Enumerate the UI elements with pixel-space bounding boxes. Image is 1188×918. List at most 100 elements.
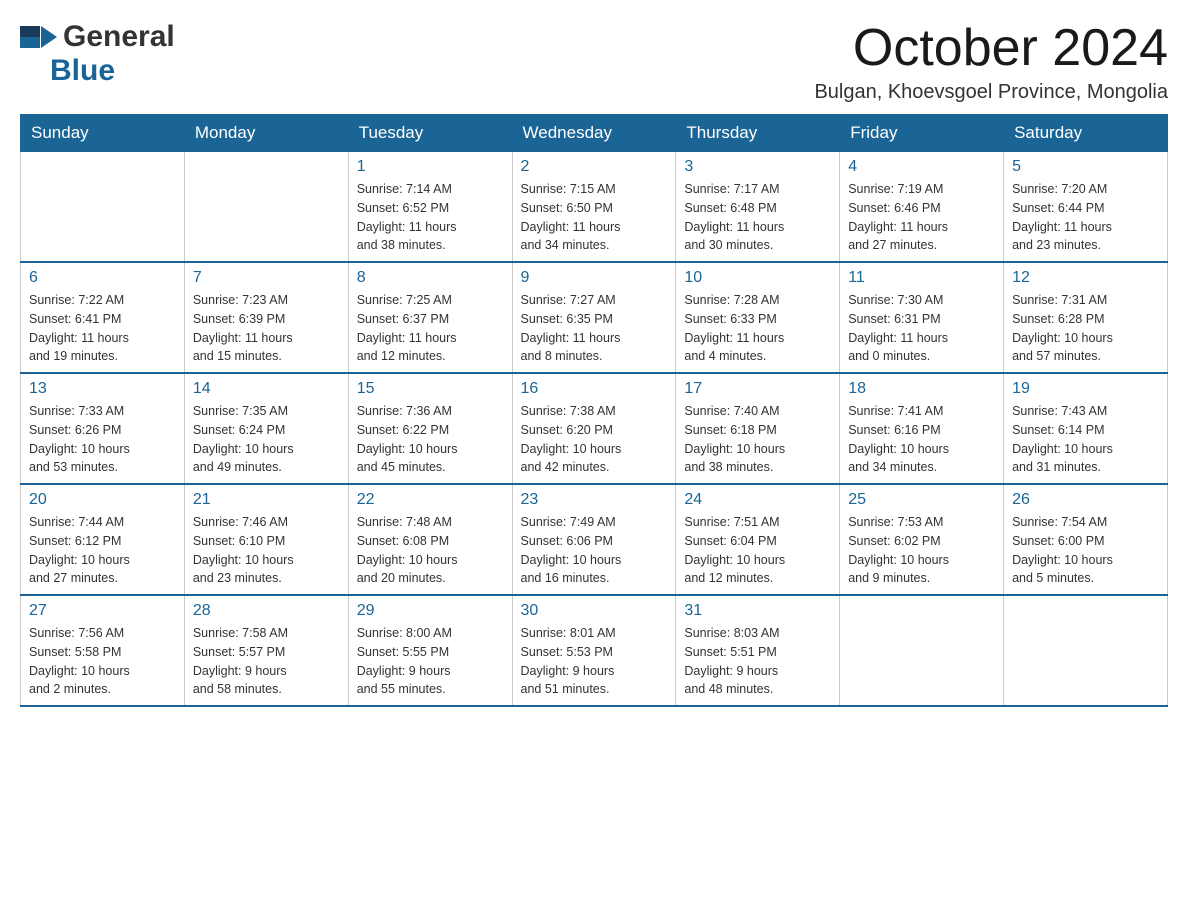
location: Bulgan, Khoevsgoel Province, Mongolia [814,81,1168,104]
calendar-cell [840,595,1004,706]
calendar-cell: 24Sunrise: 7:51 AM Sunset: 6:04 PM Dayli… [676,484,840,595]
day-info: Sunrise: 7:19 AM Sunset: 6:46 PM Dayligh… [848,180,995,255]
day-number: 12 [1012,269,1159,287]
day-info: Sunrise: 7:35 AM Sunset: 6:24 PM Dayligh… [193,402,340,477]
day-info: Sunrise: 7:48 AM Sunset: 6:08 PM Dayligh… [357,513,504,588]
calendar-cell: 10 Sunrise: 7:28 AM Sunset: 6:33 PM Dayli… [676,262,840,373]
day-info: Sunrise: 7:56 AM Sunset: 5:58 PM Dayligh… [29,624,176,699]
day-info: Sunrise: 7:49 AM Sunset: 6:06 PM Dayligh… [521,513,668,588]
header-friday: Friday [840,115,1004,152]
day-number: 24 [684,491,831,509]
day-number: 1 [357,158,504,176]
calendar-cell: 28 Sunrise: 7:58 AM Sunset: 5:57 PM Dayli… [184,595,348,706]
day-info: Sunrise: 7:43 AM Sunset: 6:14 PM Dayligh… [1012,402,1159,477]
calendar-cell: 17 Sunrise: 7:40 AM Sunset: 6:18 PM Dayli… [676,373,840,484]
calendar-cell: 22 Sunrise: 7:48 AM Sunset: 6:08 PM Dayli… [348,484,512,595]
calendar-cell: 31 Sunrise: 8:03 AM Sunset: 5:51 PM Dayli… [676,595,840,706]
calendar-cell: 25Sunrise: 7:53 AM Sunset: 6:02 PM Dayli… [840,484,1004,595]
day-number: 16 [521,380,668,398]
day-info: Sunrise: 7:46 AM Sunset: 6:10 PM Dayligh… [193,513,340,588]
day-info: Sunrise: 7:23 AM Sunset: 6:39 PM Dayligh… [193,291,340,366]
day-number: 27 [29,602,176,620]
day-number: 18 [848,380,995,398]
logo-blue: Blue [50,54,115,87]
calendar-cell: 16Sunrise: 7:38 AM Sunset: 6:20 PM Dayli… [512,373,676,484]
day-info: Sunrise: 7:33 AM Sunset: 6:26 PM Dayligh… [29,402,176,477]
day-number: 8 [357,269,504,287]
calendar-cell: 12 Sunrise: 7:31 AM Sunset: 6:28 PM Dayli… [1004,262,1168,373]
day-info: Sunrise: 7:40 AM Sunset: 6:18 PM Dayligh… [684,402,831,477]
day-info: Sunrise: 7:30 AM Sunset: 6:31 PM Dayligh… [848,291,995,366]
day-number: 11 [848,269,995,287]
calendar-cell: 27 Sunrise: 7:56 AM Sunset: 5:58 PM Dayli… [21,595,185,706]
day-number: 22 [357,491,504,509]
week-row-2: 6 Sunrise: 7:22 AM Sunset: 6:41 PM Daylig… [21,262,1168,373]
day-info: Sunrise: 7:14 AM Sunset: 6:52 PM Dayligh… [357,180,504,255]
header-row: SundayMondayTuesdayWednesdayThursdayFrid… [21,115,1168,152]
page-header: General Blue October 2024 Bulgan, Khoevs… [20,20,1168,104]
calendar-cell: 1 Sunrise: 7:14 AM Sunset: 6:52 PM Daylig… [348,152,512,263]
calendar-cell: 4 Sunrise: 7:19 AM Sunset: 6:46 PM Daylig… [840,152,1004,263]
calendar-cell: 11 Sunrise: 7:30 AM Sunset: 6:31 PM Dayli… [840,262,1004,373]
calendar-cell: 19 Sunrise: 7:43 AM Sunset: 6:14 PM Dayli… [1004,373,1168,484]
day-number: 25 [848,491,995,509]
day-info: Sunrise: 7:41 AM Sunset: 6:16 PM Dayligh… [848,402,995,477]
logo-general: General [63,20,175,54]
day-number: 10 [684,269,831,287]
day-number: 6 [29,269,176,287]
calendar-table: SundayMondayTuesdayWednesdayThursdayFrid… [20,114,1168,707]
calendar-cell: 15Sunrise: 7:36 AM Sunset: 6:22 PM Dayli… [348,373,512,484]
day-info: Sunrise: 7:27 AM Sunset: 6:35 PM Dayligh… [521,291,668,366]
day-info: Sunrise: 7:31 AM Sunset: 6:28 PM Dayligh… [1012,291,1159,366]
header-tuesday: Tuesday [348,115,512,152]
day-number: 26 [1012,491,1159,509]
day-number: 21 [193,491,340,509]
day-number: 30 [521,602,668,620]
header-thursday: Thursday [676,115,840,152]
calendar-cell: 20Sunrise: 7:44 AM Sunset: 6:12 PM Dayli… [21,484,185,595]
day-number: 5 [1012,158,1159,176]
logo: General Blue [20,20,175,88]
day-info: Sunrise: 7:28 AM Sunset: 6:33 PM Dayligh… [684,291,831,366]
month-title: October 2024 [814,20,1168,77]
day-number: 3 [684,158,831,176]
calendar-cell [184,152,348,263]
day-number: 17 [684,380,831,398]
day-number: 29 [357,602,504,620]
calendar-cell: 6 Sunrise: 7:22 AM Sunset: 6:41 PM Daylig… [21,262,185,373]
day-number: 14 [193,380,340,398]
week-row-1: 1 Sunrise: 7:14 AM Sunset: 6:52 PM Daylig… [21,152,1168,263]
week-row-5: 27 Sunrise: 7:56 AM Sunset: 5:58 PM Dayli… [21,595,1168,706]
day-number: 15 [357,380,504,398]
calendar-header: SundayMondayTuesdayWednesdayThursdayFrid… [21,115,1168,152]
calendar-cell: 14 Sunrise: 7:35 AM Sunset: 6:24 PM Dayli… [184,373,348,484]
day-number: 4 [848,158,995,176]
day-info: Sunrise: 7:58 AM Sunset: 5:57 PM Dayligh… [193,624,340,699]
day-info: Sunrise: 7:44 AM Sunset: 6:12 PM Dayligh… [29,513,176,588]
day-number: 13 [29,380,176,398]
calendar-cell: 26 Sunrise: 7:54 AM Sunset: 6:00 PM Dayli… [1004,484,1168,595]
day-number: 31 [684,602,831,620]
day-info: Sunrise: 7:22 AM Sunset: 6:41 PM Dayligh… [29,291,176,366]
calendar-cell: 18 Sunrise: 7:41 AM Sunset: 6:16 PM Dayli… [840,373,1004,484]
header-wednesday: Wednesday [512,115,676,152]
header-saturday: Saturday [1004,115,1168,152]
calendar-cell: 3 Sunrise: 7:17 AM Sunset: 6:48 PM Daylig… [676,152,840,263]
day-info: Sunrise: 7:17 AM Sunset: 6:48 PM Dayligh… [684,180,831,255]
week-row-3: 13 Sunrise: 7:33 AM Sunset: 6:26 PM Dayli… [21,373,1168,484]
calendar-body: 1 Sunrise: 7:14 AM Sunset: 6:52 PM Daylig… [21,152,1168,707]
calendar-cell: 7Sunrise: 7:23 AM Sunset: 6:39 PM Daylig… [184,262,348,373]
calendar-cell [21,152,185,263]
day-info: Sunrise: 8:03 AM Sunset: 5:51 PM Dayligh… [684,624,831,699]
calendar-cell: 8 Sunrise: 7:25 AM Sunset: 6:37 PM Daylig… [348,262,512,373]
title-section: October 2024 Bulgan, Khoevsgoel Province… [814,20,1168,104]
calendar-cell: 29Sunrise: 8:00 AM Sunset: 5:55 PM Dayli… [348,595,512,706]
day-number: 28 [193,602,340,620]
day-info: Sunrise: 8:01 AM Sunset: 5:53 PM Dayligh… [521,624,668,699]
day-info: Sunrise: 7:54 AM Sunset: 6:00 PM Dayligh… [1012,513,1159,588]
day-info: Sunrise: 7:25 AM Sunset: 6:37 PM Dayligh… [357,291,504,366]
day-number: 19 [1012,380,1159,398]
calendar-cell: 9Sunrise: 7:27 AM Sunset: 6:35 PM Daylig… [512,262,676,373]
day-number: 2 [521,158,668,176]
header-monday: Monday [184,115,348,152]
